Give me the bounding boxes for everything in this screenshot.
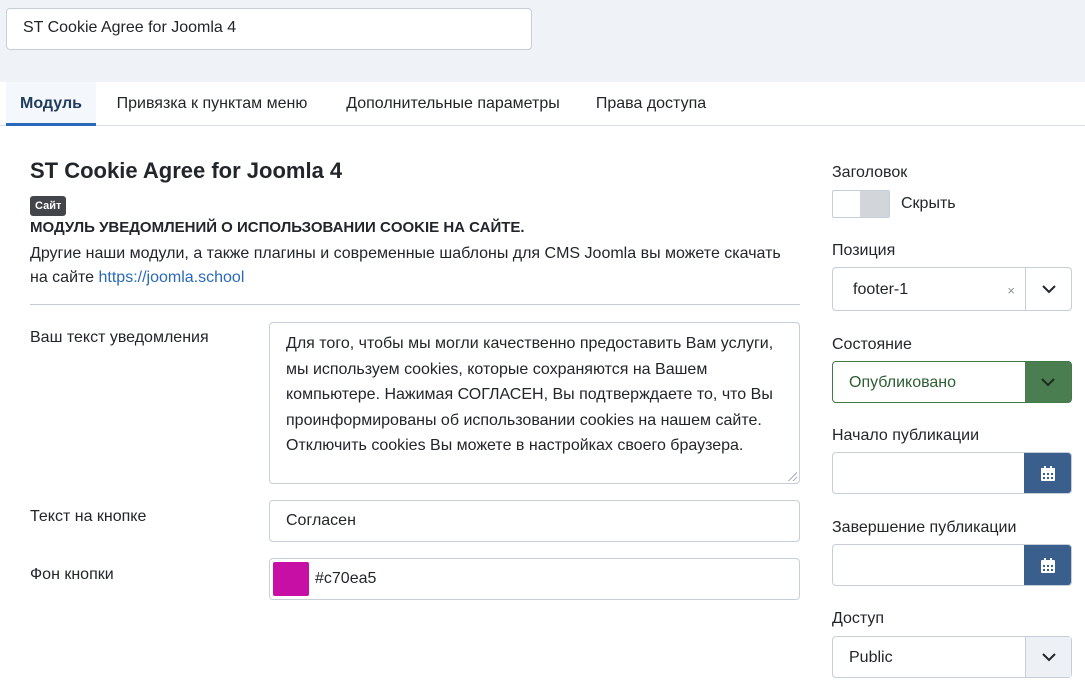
resize-handle[interactable] — [788, 472, 797, 481]
position-value: footer-1 — [853, 281, 909, 298]
publish-up-field[interactable] — [832, 452, 1072, 494]
access-label: Доступ — [832, 610, 885, 627]
state-value: Опубликовано — [849, 374, 957, 391]
notice-text-value: Для того, чтобы мы могли качественно пре… — [286, 335, 774, 454]
title-label: Заголовок — [832, 164, 908, 181]
divider — [30, 304, 800, 305]
toggle-knob — [860, 191, 889, 217]
calendar-icon[interactable] — [1024, 545, 1071, 585]
publish-up-label: Начало публикации — [832, 427, 980, 444]
notice-text-textarea[interactable]: Для того, чтобы мы могли качественно пре… — [269, 322, 800, 484]
publish-down-field[interactable] — [832, 544, 1072, 586]
tab-module[interactable]: Модуль — [6, 82, 96, 126]
tab-permissions[interactable]: Права доступа — [586, 82, 716, 126]
button-bg-color-field[interactable]: #c70ea5 — [269, 558, 800, 600]
joomla-school-link[interactable]: https://joomla.school — [99, 269, 245, 286]
publish-down-label: Завершение публикации — [832, 519, 1017, 536]
description-line2: на сайте — [30, 269, 95, 286]
button-text-label: Текст на кнопке — [30, 508, 147, 525]
notice-text-label: Ваш текст уведомления — [30, 329, 209, 346]
module-description: Другие наши модули, а также плагины и со… — [30, 242, 810, 290]
chevron-down-icon[interactable] — [1025, 362, 1071, 402]
position-label: Позиция — [832, 242, 896, 259]
module-title-input[interactable]: ST Cookie Agree for Joomla 4 — [6, 8, 532, 50]
chevron-down-icon[interactable] — [1025, 637, 1071, 677]
state-label: Состояние — [832, 336, 912, 353]
color-swatch[interactable] — [273, 562, 309, 596]
tab-bar: Модуль Привязка к пунктам меню Дополните… — [0, 82, 1085, 126]
button-text-input[interactable]: Согласен — [269, 500, 800, 542]
show-title-toggle[interactable] — [832, 190, 890, 218]
state-select[interactable]: Опубликовано — [832, 361, 1072, 403]
access-select[interactable]: Public — [832, 636, 1072, 678]
access-value: Public — [849, 649, 893, 666]
hide-label: Скрыть — [901, 195, 956, 212]
module-heading: ST Cookie Agree for Joomla 4 — [30, 158, 343, 183]
site-badge: Сайт — [30, 196, 67, 216]
chevron-down-icon[interactable] — [1025, 268, 1071, 310]
module-description-heading: МОДУЛЬ УВЕДОМЛЕНИЙ О ИСПОЛЬЗОВАНИИ COOKI… — [30, 219, 525, 236]
tab-menu-assignment[interactable]: Привязка к пунктам меню — [104, 82, 320, 126]
close-icon[interactable]: × — [1007, 283, 1015, 298]
tab-advanced[interactable]: Дополнительные параметры — [333, 82, 573, 126]
button-bg-label: Фон кнопки — [30, 566, 114, 583]
description-line1: Другие наши модули, а также плагины и со… — [30, 245, 781, 262]
calendar-icon[interactable] — [1024, 453, 1071, 493]
color-value: #c70ea5 — [315, 570, 377, 587]
position-select[interactable]: footer-1 × — [832, 267, 1072, 311]
